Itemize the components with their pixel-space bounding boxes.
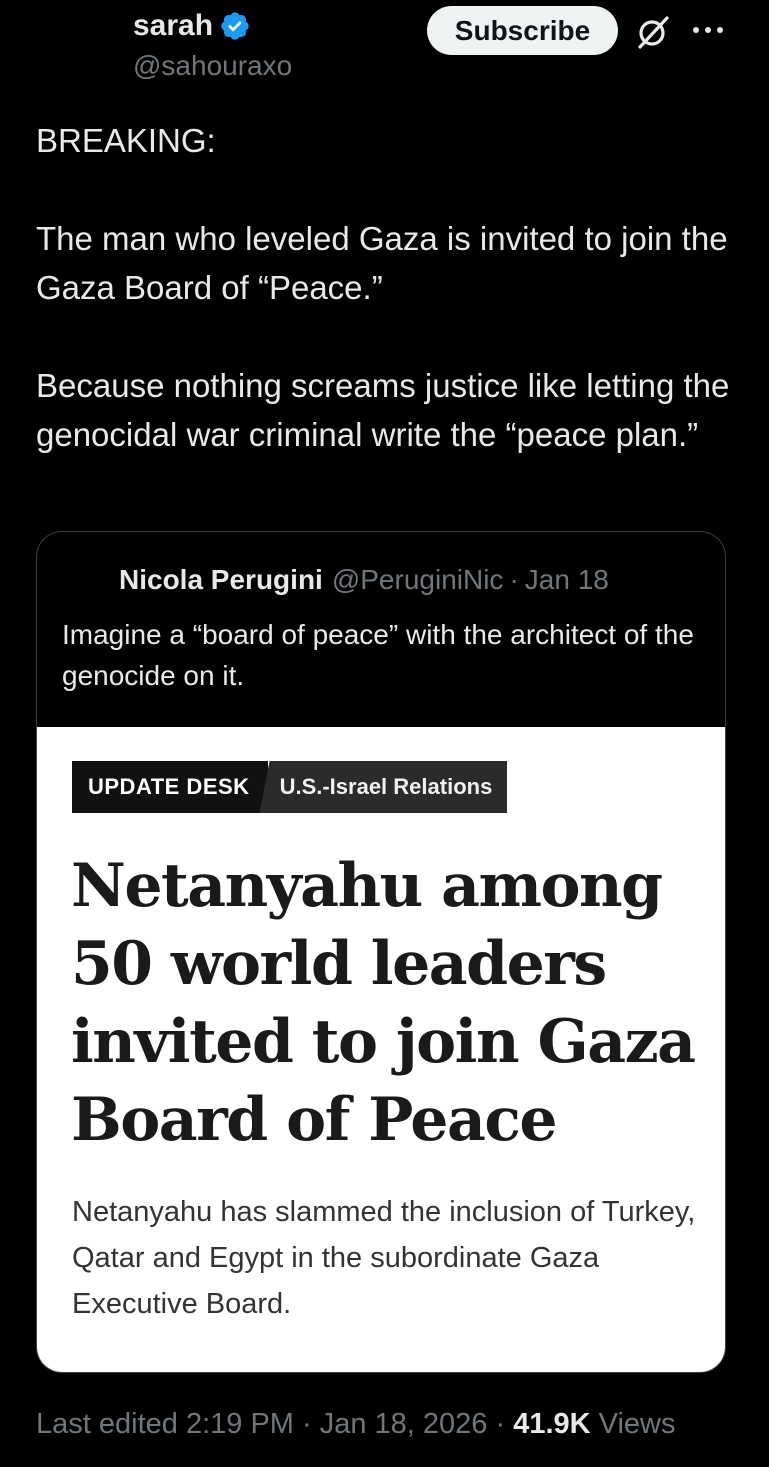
article-screenshot-image[interactable]: UPDATE DESK U.S.-Israel Relations Netany… [37,727,725,1372]
author-name[interactable]: sarah [133,6,213,46]
quoted-author-name: Nicola Perugini [119,564,323,595]
article-tag-bar: UPDATE DESK U.S.-Israel Relations [72,761,508,813]
separator-dot: · [509,564,519,595]
article-section-tag: UPDATE DESK [72,761,268,813]
tweet-body: BREAKING: The man who leveled Gaza is in… [36,116,736,459]
quoted-tweet-text: Imagine a “board of peace” with the arch… [62,619,694,691]
subscribe-button[interactable]: Subscribe [427,6,618,55]
author-name-row[interactable]: sarah [133,6,251,46]
article-topic-tag: U.S.-Israel Relations [259,761,508,813]
more-horizontal-icon[interactable] [690,18,726,42]
views-label: Views [598,1408,676,1440]
tweet-header: sarah @sahouraxo Subscribe [0,0,769,110]
views-count[interactable]: 41.9K [513,1408,590,1440]
quoted-tweet-header: Nicola Perugini @PeruginiNic · Jan 18 [119,562,609,598]
last-edited-timestamp[interactable]: Last edited 2:19 PM [36,1408,294,1440]
author-handle[interactable]: @sahouraxo [133,48,292,84]
separator-dot: · [487,1408,514,1440]
quoted-author-handle: @PeruginiNic [331,564,504,595]
tweet-paragraph: The man who leveled Gaza is invited to j… [36,220,728,306]
tweet-paragraph: BREAKING: [36,122,216,159]
tweet-paragraph: Because nothing screams justice like let… [36,367,730,453]
quoted-tweet-card[interactable]: Nicola Perugini @PeruginiNic · Jan 18 Im… [36,531,726,1373]
quoted-tweet-date: Jan 18 [524,564,609,595]
separator-dot: · [293,1408,320,1440]
tweet-meta-row: Last edited 2:19 PM · Jan 18, 2026 · 41.… [36,1404,676,1444]
verified-badge-icon [219,10,251,42]
article-subheadline: Netanyahu has slammed the inclusion of T… [72,1196,696,1320]
grok-slash-icon[interactable] [634,13,672,51]
article-headline: Netanyahu among 50 world leaders invited… [71,851,696,1155]
tweet-date[interactable]: Jan 18, 2026 [320,1408,488,1440]
